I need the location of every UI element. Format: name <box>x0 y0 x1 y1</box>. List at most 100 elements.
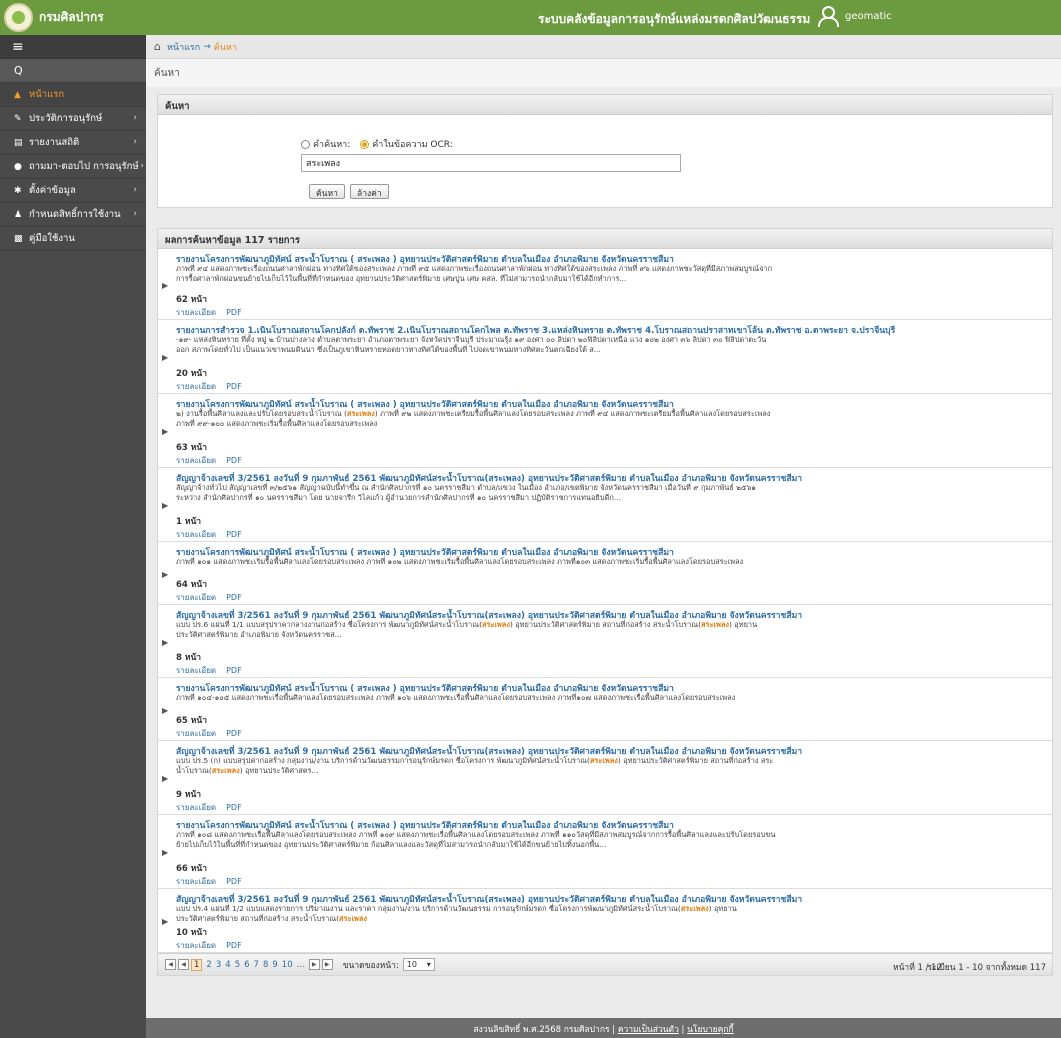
result-links: รายละเอียด PDF <box>176 664 252 677</box>
page-number[interactable]: 9 <box>272 960 277 970</box>
sidebar-item-qa[interactable]: ● ถามมา-ตอบไป การอนุรักษ์ › <box>0 155 146 179</box>
detail-link[interactable]: รายละเอียด <box>176 729 216 738</box>
pdf-link[interactable]: PDF <box>226 803 242 812</box>
snippet-text: พัฒนาภูมิทัศน์สระน้ำโบราณ( <box>587 904 681 913</box>
pdf-link[interactable]: PDF <box>226 593 242 602</box>
page-number[interactable]: 7 <box>254 960 259 970</box>
sidebar-item-home[interactable]: ▲ หน้าแรก <box>0 83 146 107</box>
result-item: ▶ สัญญาจ้างเลขที่ 3/2561 ลงวันที่ 9 กุมภา… <box>158 468 1052 542</box>
result-pages: 20 หน้า <box>176 369 207 379</box>
result-links: รายละเอียด PDF <box>176 591 252 604</box>
page-number[interactable]: 3 <box>216 960 221 970</box>
detail-link[interactable]: รายละเอียด <box>176 382 216 391</box>
sidebar-item-manual[interactable]: ▩ คู่มือใช้งาน <box>0 227 146 251</box>
pager: ◀ ◀ 1 2 3 4 5 6 7 8 9 10... ▶ ▶ ขนาดของหน้า: 10 ▾… <box>158 953 1052 975</box>
page-number[interactable]: ... <box>297 960 305 970</box>
snippet-text: แบบ ปร.5 (ก) แบบสรุปค่าก่อสร้าง กลุ่มงาน… <box>176 756 590 765</box>
result-snippet: สัญญาจ้างทั่วไป สัญญาเลขที่ ๓/๒๕๖๑ สัญญา… <box>176 483 776 503</box>
detail-link[interactable]: รายละเอียด <box>176 877 216 886</box>
sidebar-item-permissions[interactable]: ♟ กำหนดสิทธิ์การใช้งาน › <box>0 203 146 227</box>
page-number[interactable]: 6 <box>244 960 249 970</box>
radio-keyword-label[interactable]: คำค้นหา: <box>313 137 350 151</box>
expand-arrow-icon[interactable]: ▶ <box>162 917 168 926</box>
result-pages: 10 หน้า <box>176 928 207 938</box>
search-input[interactable] <box>301 154 681 172</box>
pdf-link[interactable]: PDF <box>226 308 242 317</box>
detail-link[interactable]: รายละเอียด <box>176 941 216 950</box>
snippet-text: ภาพที่ ๙๔ แสดงภาพชะเรื่องถนนศาลาพักผ่อน … <box>176 264 589 273</box>
result-pages: 1 หน้า <box>176 517 202 527</box>
prev-page-button[interactable]: ◀ <box>178 959 189 970</box>
clear-button[interactable]: ล้างค่า <box>350 184 389 199</box>
result-snippet: ภาพที่ ๑๐๘ แสดงภาพชะเรื่อพื้นศิลาแลงโดยร… <box>176 830 776 850</box>
pdf-link[interactable]: PDF <box>226 666 242 675</box>
pdf-link[interactable]: PDF <box>226 530 242 539</box>
brand-name: กรมศิลปากร <box>39 10 104 24</box>
results-title: ผลการค้นหาข้อมูล 117 รายการ <box>158 229 1052 249</box>
result-links: รายละเอียด PDF <box>176 306 252 319</box>
home-icon[interactable]: ⌂ <box>154 40 161 53</box>
last-page-button[interactable]: ▶ <box>321 959 333 970</box>
sidebar-item-conservation-history[interactable]: ✎ ประวัติการอนุรักษ์ › <box>0 107 146 131</box>
first-page-button[interactable]: ◀ <box>165 959 176 970</box>
page-size-select[interactable]: 10 ▾ <box>402 958 435 971</box>
detail-link[interactable]: รายละเอียด <box>176 666 216 675</box>
pdf-link[interactable]: PDF <box>226 729 242 738</box>
pdf-link[interactable]: PDF <box>226 456 242 465</box>
page-title: ค้นหา <box>146 59 1061 87</box>
page-number[interactable]: 10 <box>282 960 293 970</box>
result-pages: 64 หน้า <box>176 580 207 590</box>
snippet-text: ภาพที่ ๑๐๔-๑๐๕ แสดงภาพชะเรื่อพื้นศิลาแลง… <box>176 693 577 702</box>
expand-arrow-icon[interactable]: ▶ <box>162 774 168 783</box>
page-number[interactable]: 1 <box>191 958 203 971</box>
pdf-link[interactable]: PDF <box>226 941 242 950</box>
expand-arrow-icon[interactable]: ▶ <box>162 353 168 362</box>
expand-arrow-icon[interactable]: ▶ <box>162 427 168 436</box>
sidebar-search-icon[interactable]: Q <box>0 59 146 83</box>
chevron-right-icon: › <box>133 209 137 219</box>
expand-arrow-icon[interactable]: ▶ <box>162 501 168 510</box>
expand-arrow-icon[interactable]: ▶ <box>162 638 168 647</box>
page-numbers: 1 2 3 4 5 6 7 8 9 10... <box>191 958 309 971</box>
user-menu[interactable]: geomatic <box>817 5 892 27</box>
breadcrumb-current[interactable]: ค้นหา <box>214 40 237 54</box>
pdf-link[interactable]: PDF <box>226 877 242 886</box>
page-number[interactable]: 2 <box>206 960 211 970</box>
user-icon: ♟ <box>14 209 23 220</box>
radio-keyword[interactable] <box>301 139 310 149</box>
search-button[interactable]: ค้นหา <box>309 184 345 199</box>
radio-ocr[interactable] <box>360 139 370 149</box>
page-number[interactable]: 4 <box>225 960 230 970</box>
brand[interactable]: กรมศิลปากร <box>4 3 104 32</box>
page-number[interactable]: 5 <box>235 960 240 970</box>
pdf-link[interactable]: PDF <box>226 382 242 391</box>
snippet-text: ประวัติศาสตร์พิมาย เศษปูน เศษ คสล. ที่ไม… <box>378 274 627 283</box>
chart-icon: ▤ <box>14 137 23 148</box>
privacy-link[interactable]: ความเป็นส่วนตัว <box>618 1025 679 1035</box>
page-number[interactable]: 8 <box>263 960 268 970</box>
sidebar-item-statistics[interactable]: ▤ รายงานสถิติ › <box>0 131 146 155</box>
expand-arrow-icon[interactable]: ▶ <box>162 706 168 715</box>
page-size-value: 10 <box>406 960 417 969</box>
detail-link[interactable]: รายละเอียด <box>176 530 216 539</box>
detail-link[interactable]: รายละเอียด <box>176 593 216 602</box>
result-item: ▶ รายงานการสำรวจ 1.เนินโบราณสถานโคกปลังก์… <box>158 320 1052 394</box>
detail-link[interactable]: รายละเอียด <box>176 456 216 465</box>
radio-ocr-label[interactable]: คำในข้อความ OCR: <box>372 137 452 151</box>
cookie-policy-link[interactable]: นโยบายคุกกี้ <box>687 1025 733 1035</box>
sidebar-item-settings[interactable]: ✱ ตั้งค่าข้อมูล › <box>0 179 146 203</box>
menu-toggle-icon[interactable]: ≡ <box>0 35 146 59</box>
detail-link[interactable]: รายละเอียด <box>176 308 216 317</box>
snippet-text: แบบ ปร.4 แผ่นที่ 1/2 แบบแสดงรายการ ปริมา… <box>176 904 588 913</box>
detail-link[interactable]: รายละเอียด <box>176 803 216 812</box>
expand-arrow-icon[interactable]: ▶ <box>162 281 168 290</box>
chevron-down-icon: ▾ <box>426 960 431 969</box>
expand-arrow-icon[interactable]: ▶ <box>162 848 168 857</box>
breadcrumb-home[interactable]: หน้าแรก <box>167 40 200 54</box>
expand-arrow-icon[interactable]: ▶ <box>162 570 168 579</box>
next-page-button[interactable]: ▶ <box>308 959 320 970</box>
result-snippet: แบบ ปร.5 (ก) แบบสรุปค่าก่อสร้าง กลุ่มงาน… <box>176 756 776 776</box>
result-item: ▶ สัญญาจ้างเลขที่ 3/2561 ลงวันที่ 9 กุมภา… <box>158 605 1052 678</box>
highlight-term: สระเพลง <box>339 914 368 923</box>
highlight-term: สระเพลง <box>481 620 510 629</box>
